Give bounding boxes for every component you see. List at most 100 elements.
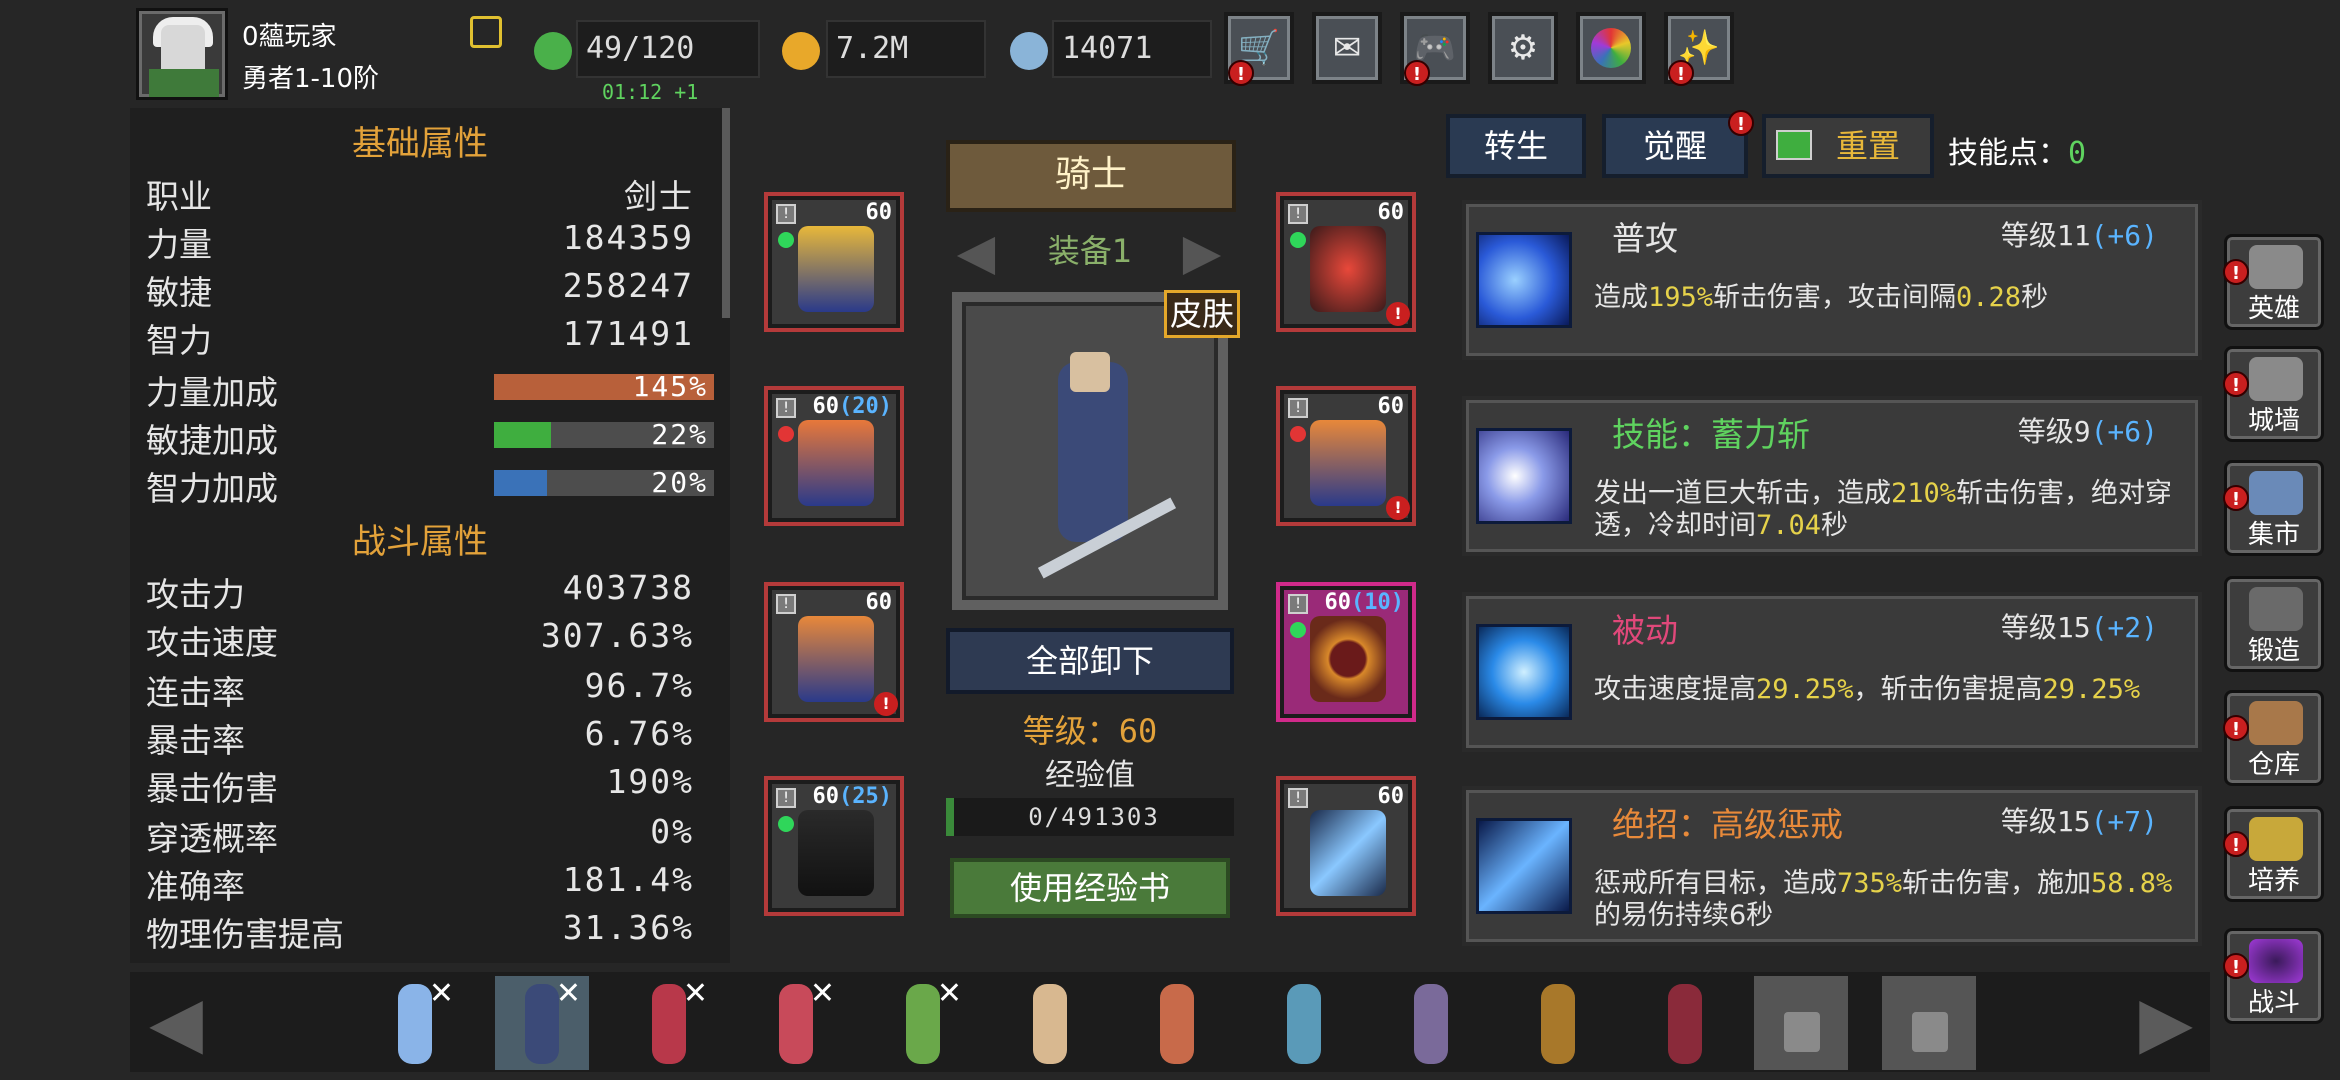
hero-slot[interactable] [1511, 976, 1605, 1070]
color-wheel-button[interactable] [1576, 12, 1646, 84]
prev-set-arrow[interactable]: ◀ [946, 222, 1006, 282]
awaken-tab[interactable]: 觉醒 [1602, 114, 1748, 178]
equip-slot-chest[interactable]: ! 60 [764, 192, 904, 332]
hero-slot[interactable] [1003, 976, 1097, 1070]
lock-icon: ! [776, 788, 796, 808]
hero-slot[interactable] [1384, 976, 1478, 1070]
hero-figure-icon [398, 984, 432, 1064]
menu-warehouse[interactable]: ! 仓库 [2223, 690, 2324, 786]
hero-slot[interactable]: ✕ [495, 976, 589, 1070]
shop-cart-button[interactable]: 🛒! [1224, 12, 1294, 86]
reset-label: 重置 [1835, 127, 1900, 165]
slot-level: 60(20) [812, 394, 892, 419]
upgrade-dot [778, 232, 794, 248]
alert-badge: ! [2223, 831, 2249, 857]
crossed-swords-icon: ✕ [682, 976, 708, 1011]
equip-slot-amulet[interactable]: ! 60 ! [1276, 192, 1416, 332]
skill-card-passive[interactable]: 被动 等级15(+2) 攻击速度提高29.25%，斩击伤害提高29.25% [1462, 592, 2202, 752]
edit-name-icon[interactable] [470, 16, 502, 48]
menu-label: 英雄 [2247, 294, 2300, 324]
hero-slot[interactable] [1257, 976, 1351, 1070]
menu-label: 集市 [2247, 520, 2300, 550]
menu-market[interactable]: ! 集市 [2223, 460, 2324, 556]
skill-level: 等级15(+7) [2000, 805, 2158, 838]
lock-icon: ! [776, 398, 796, 418]
hero-slot[interactable] [1130, 976, 1224, 1070]
equip-slot-boots[interactable]: ! 60(25) [764, 776, 904, 916]
equipment-set-name: 装备1 [1047, 232, 1133, 270]
fireworks-button[interactable]: ✨! [1664, 12, 1734, 86]
locked-hero-slot[interactable] [1882, 976, 1976, 1070]
battle-portal-icon [2249, 939, 2303, 983]
reset-button[interactable]: 重置 [1762, 114, 1934, 178]
gamepad-button[interactable]: 🎮! [1400, 12, 1470, 86]
mail-button[interactable]: ✉ [1312, 12, 1382, 84]
menu-battle[interactable]: ! 战斗 [2223, 928, 2324, 1024]
energy-timer: 01:12 +1 [602, 80, 699, 104]
skill-name: 技能：蓄力斩 [1612, 415, 1810, 454]
menu-wall[interactable]: ! 城墙 [2223, 346, 2324, 442]
equip-slot-shoulder[interactable]: ! 60(20) [764, 386, 904, 526]
gem-counter: 14071 [1052, 20, 1212, 78]
equip-slot-weapon[interactable]: ! 60 [1276, 776, 1416, 916]
slot-level: 60 [865, 590, 893, 615]
settings-gear-button[interactable]: ⚙ [1488, 12, 1558, 84]
energy-counter: 49/120 [576, 20, 760, 78]
skill-description: 发出一道巨大斩击，造成210%斩击伤害，绝对穿透，冷却时间7.04秒 [1594, 478, 2173, 541]
agility-bonus-fill [494, 422, 552, 448]
skill-card-charge-slash[interactable]: 技能：蓄力斩 等级9(+6) 发出一道巨大斩击，造成210%斩击伤害，绝对穿透，… [1462, 396, 2202, 556]
skill-level: 等级11(+6) [2000, 219, 2158, 252]
exp-bar: 0/491303 [946, 798, 1234, 836]
stat-row-accuracy: 准确率 181.4% [146, 860, 694, 906]
alert-badge: ! [1728, 110, 1754, 136]
equip-slot-gloves[interactable]: ! 60 ! [1276, 386, 1416, 526]
skill-name: 被动 [1612, 611, 1678, 650]
sword-icon [1310, 810, 1386, 896]
skill-card-ultimate[interactable]: 绝招：高级惩戒 等级15(+7) 惩戒所有目标，造成735%斩击伤害，施加58.… [1462, 786, 2202, 946]
slot-level: 60(25) [812, 784, 892, 809]
leg-armor-icon [798, 616, 874, 702]
player-avatar[interactable] [136, 8, 228, 100]
stats-panel[interactable]: 基础属性 职业 剑士 力量 184359 敏捷 258247 智力 171491 力量加… [130, 108, 730, 963]
use-exp-book-button[interactable]: 使用经验书 [950, 858, 1230, 918]
locked-hero-slot[interactable] [1754, 976, 1848, 1070]
upgrade-dot [778, 426, 794, 442]
menu-hero[interactable]: ! 英雄 [2223, 234, 2324, 330]
hero-slot[interactable]: ✕ [749, 976, 843, 1070]
charge-slash-skill-icon [1476, 428, 1572, 524]
hero-next-arrow[interactable]: ▶ [2126, 982, 2206, 1062]
basic-attack-skill-icon [1476, 232, 1572, 328]
menu-forge[interactable]: 锻造 [2224, 576, 2324, 672]
hero-figure-icon [1414, 984, 1448, 1064]
boots-icon [798, 810, 874, 896]
hero-portrait [952, 292, 1228, 610]
unequip-all-button[interactable]: 全部卸下 [946, 628, 1234, 694]
crossed-swords-icon: ✕ [555, 976, 581, 1011]
hero-figure-icon [906, 984, 940, 1064]
skill-description: 惩戒所有目标，造成735%斩击伤害，施加58.8%的易伤持续6秒 [1594, 868, 2173, 931]
stats-scrollbar[interactable] [722, 108, 730, 318]
equip-slot-legs[interactable]: ! 60 ! [764, 582, 904, 722]
slot-level: 60(10) [1324, 590, 1404, 615]
stat-row-agility: 敏捷 258247 [146, 266, 694, 312]
rebirth-tab[interactable]: 转生 [1446, 114, 1586, 178]
skill-description: 造成195%斩击伤害，攻击间隔0.28秒 [1594, 282, 2049, 313]
hero-slot[interactable]: ✕ [368, 976, 462, 1070]
hero-slot[interactable]: ✕ [622, 976, 716, 1070]
slot-level: 60 [1377, 200, 1405, 225]
upgrade-dot [1290, 232, 1306, 248]
player-name: 0蘊玩家 [242, 22, 337, 52]
equip-slot-ring[interactable]: ! 60(10) [1276, 582, 1416, 722]
skill-points: 技能点：0 [1948, 136, 2087, 171]
next-set-arrow[interactable]: ▶ [1172, 222, 1232, 282]
lock-icon: ! [776, 204, 796, 224]
hero-prev-arrow[interactable]: ◀ [136, 982, 216, 1062]
hero-slot[interactable]: ✕ [876, 976, 970, 1070]
strength-bonus-bar: 145% [494, 370, 714, 403]
lock-icon: ! [1288, 594, 1308, 614]
gold-counter: 7.2M [826, 20, 986, 78]
menu-cultivate[interactable]: ! 培养 [2223, 806, 2324, 902]
hero-slot[interactable] [1638, 976, 1732, 1070]
skill-card-basic-attack[interactable]: 普攻 等级11(+6) 造成195%斩击伤害，攻击间隔0.28秒 [1462, 200, 2202, 360]
skin-button[interactable]: 皮肤 [1164, 290, 1240, 338]
